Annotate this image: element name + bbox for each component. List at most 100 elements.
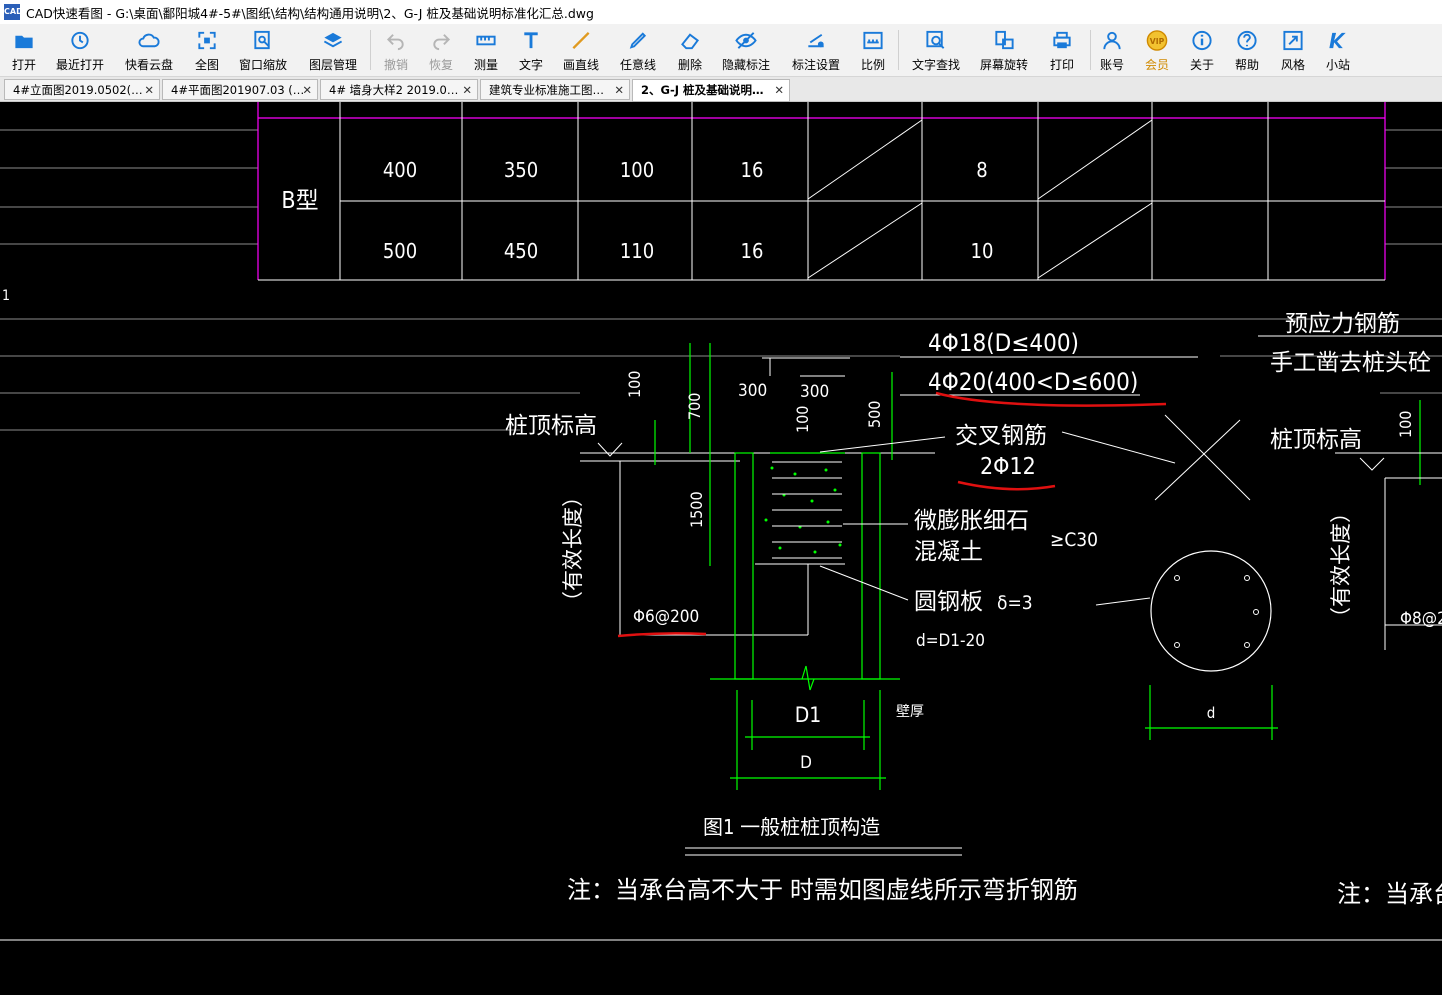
toolbar-separator [898, 30, 899, 70]
toolbar-button-label: 会员 [1144, 58, 1169, 72]
toolbar-separator [1090, 30, 1091, 70]
close-icon[interactable]: ✕ [614, 80, 624, 99]
toolbar-button-label: 文字 [518, 58, 543, 72]
pile-walls [654, 343, 1421, 790]
printer-icon [1053, 31, 1071, 49]
dim-500: 500 [865, 401, 884, 428]
close-icon[interactable]: ✕ [144, 80, 154, 99]
toolbar-button-label: 窗口缩放 [238, 58, 287, 72]
toolbar-button-label: 快看云盘 [124, 58, 173, 72]
steel-plate-circle [1150, 550, 1272, 672]
toolbar-button-site-logo[interactable]: 小站 [1308, 27, 1368, 73]
toolbar-button-recent-clock[interactable]: 最近打开 [50, 27, 110, 73]
text-search-icon [926, 30, 945, 49]
tab-wall-detail[interactable]: 4# 墙身大样2 2019.0… ✕ [320, 79, 478, 100]
toolbar-button-label: 风格 [1280, 58, 1305, 72]
toolbar-button-scale[interactable]: 比例 [843, 27, 903, 73]
toolbar-button-label: 图层管理 [308, 58, 357, 72]
note-text-right: 注：当承台 [1337, 880, 1442, 908]
toolbar-button-dimension-settings[interactable]: 标注设置 [786, 27, 846, 73]
toolbar-button-label: 全图 [194, 58, 219, 72]
drawing-canvas[interactable]: B型 400 350 100 16 8 500 450 110 16 10 1 … [0, 102, 1442, 995]
toolbar-button-label: 隐藏标注 [721, 58, 770, 72]
toolbar-button-zoom-window[interactable]: 窗口缩放 [233, 27, 293, 73]
toolbar-button-cloud[interactable]: 快看云盘 [119, 27, 179, 73]
toolbar-button-label: 屏幕旋转 [979, 58, 1028, 72]
table-cell: 16 [741, 239, 764, 263]
toolbar-button-label: 最近打开 [55, 58, 104, 72]
close-icon[interactable]: ✕ [462, 80, 472, 99]
info-icon [1192, 30, 1212, 51]
close-icon[interactable]: ✕ [302, 80, 312, 99]
table-grid [258, 102, 1385, 281]
toolbar-button-label: 撤销 [383, 58, 408, 72]
tab-label: 4# 墙身大样2 2019.0… [329, 83, 459, 97]
toolbar-button-label: 关于 [1189, 58, 1214, 72]
tab-label: 2、G-J 桩及基础说明… [641, 83, 764, 97]
close-icon[interactable]: ✕ [774, 80, 784, 101]
toolbar-button-pen[interactable]: 任意线 [608, 27, 668, 73]
plate-thickness-label: δ=3 [997, 592, 1033, 614]
table-cell: 8 [976, 158, 987, 182]
red-annotation-underline [617, 632, 707, 638]
tab-floor-plan[interactable]: 4#平面图201907.03 (… ✕ [162, 79, 318, 100]
style-icon [1283, 30, 1303, 51]
stirrup-spacing-label-right: Φ8@2 [1400, 609, 1442, 629]
toolbar-separator [370, 30, 371, 70]
toolbar-button-label: 帮助 [1234, 58, 1259, 72]
zoom-window-icon [254, 30, 270, 50]
dim-300-left: 300 [738, 381, 767, 401]
table-cell: 100 [620, 158, 654, 182]
toolbar-button-label: 打开 [11, 58, 36, 72]
toolbar-button-eye-hide[interactable]: 隐藏标注 [716, 27, 776, 73]
measure-icon [476, 35, 496, 46]
toolbar-button-fullview[interactable]: 全图 [177, 27, 237, 73]
pile-detail: 桩顶标高 桩顶标高 交叉钢筋 2Φ12 微膨胀细石 混凝土 ≥C30 圆钢板 δ… [505, 343, 1442, 790]
toolbar-button-line[interactable]: 画直线 [551, 27, 611, 73]
effective-length-label-right: （有效长度） [1329, 502, 1353, 628]
dimension-settings-icon [808, 33, 824, 48]
pile-top-elevation-label-right: 桩顶标高 [1270, 427, 1362, 453]
rotate-screen-icon [995, 30, 1014, 50]
table-type-label: B型 [281, 188, 318, 214]
pile-labels: 桩顶标高 桩顶标高 交叉钢筋 2Φ12 微膨胀细石 混凝土 ≥C30 圆钢板 δ… [505, 381, 1442, 773]
fullview-icon [198, 31, 216, 50]
toolbar-button-layers[interactable]: 图层管理 [303, 27, 363, 73]
tab-label: 4#立面图2019.0502(… [13, 83, 143, 97]
concrete-grade-label: ≥C30 [1050, 529, 1098, 551]
toolbar-button-label: 任意线 [619, 58, 656, 72]
scale-icon [863, 31, 883, 50]
table-magenta-border [257, 102, 1386, 280]
prestressed-label: 预应力钢筋 [1285, 311, 1400, 337]
toolbar-button-eraser[interactable]: 删除 [660, 27, 720, 73]
tab-label: 建筑专业标准施工图… [489, 83, 604, 97]
table-cell: 350 [504, 158, 538, 182]
figure-caption-block: 图1 一般桩桩顶构造 注：当承台高不大于 时需如图虚线所示弯折钢筋 注：当承台 [0, 815, 1442, 941]
cross-rebar-spec: 2Φ12 [980, 454, 1036, 480]
toolbar-button-open-folder[interactable]: 打开 [0, 27, 54, 73]
tab-pile-foundation[interactable]: 2、G-J 桩及基础说明… ✕ [632, 79, 790, 102]
figure-caption: 图1 一般桩桩顶构造 [703, 815, 880, 839]
cut-off-label: 手工凿去桩头砼 [1270, 350, 1431, 376]
pen-icon [629, 32, 647, 49]
toolbar-button-label: 账号 [1099, 58, 1124, 72]
rebar-spec-1: 4Φ18(D≤400) [928, 329, 1079, 357]
section-marker: 1 [2, 288, 10, 304]
toolbar-button-text-search[interactable]: 文字查找 [906, 27, 966, 73]
app-logo-icon: CAD [4, 4, 23, 20]
tab-architecture-standard[interactable]: 建筑专业标准施工图… ✕ [480, 79, 630, 100]
undo-icon [386, 34, 404, 51]
toolbar-button-label: 比例 [860, 58, 885, 72]
toolbar-button-label: 删除 [677, 58, 702, 72]
table-cell: 450 [504, 239, 538, 263]
d-formula-label: d=D1-20 [916, 631, 985, 651]
tab-elevation[interactable]: 4#立面图2019.0502(… ✕ [4, 79, 160, 100]
wall-thickness-label: 壁厚 [896, 704, 924, 720]
pile-top-elevation-label: 桩顶标高 [505, 413, 597, 439]
toolbar-button-rotate-screen[interactable]: 屏幕旋转 [974, 27, 1034, 73]
toolbar-button-label: 恢复 [428, 58, 453, 72]
layers-icon [323, 32, 343, 48]
table-cell: 16 [741, 158, 764, 182]
dim-D1: D1 [795, 703, 822, 727]
user-icon [1103, 31, 1121, 50]
